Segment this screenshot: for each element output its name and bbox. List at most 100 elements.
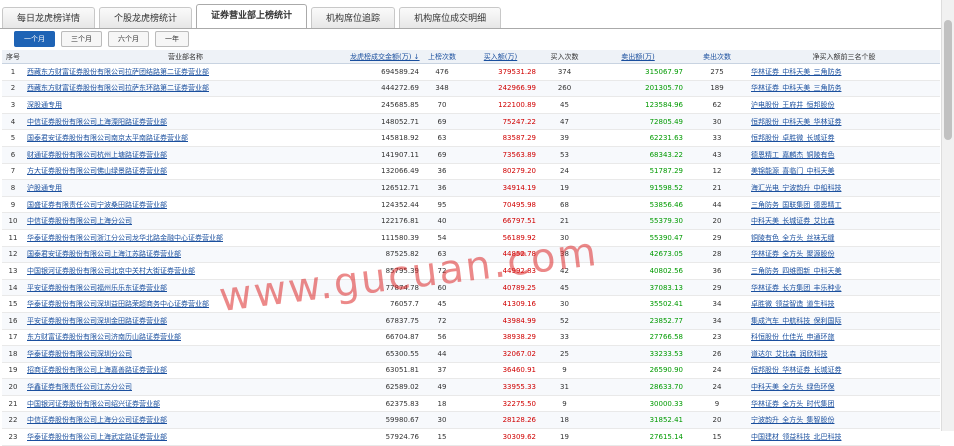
- branch-name-link[interactable]: 华泰证券股份有限公司浙江分公司龙华北路金融中心证券营业部: [24, 233, 347, 243]
- total-amount-cell: 59980.67: [385, 416, 419, 425]
- branch-name-link[interactable]: 中信证券股份有限公司上海分公司证券营业部: [24, 415, 347, 425]
- branch-name-link[interactable]: 东方财富证券股份有限公司济南历山路证券营业部: [24, 332, 347, 342]
- top-stocks-link[interactable]: 中科天美 长城证券 艾比森: [748, 216, 940, 226]
- branch-name-link[interactable]: 华泰证券股份有限公司上海武定路证券营业部: [24, 432, 347, 442]
- table-row: 15 华泰证券股份有限公司深圳益田路荣超商务中心证券营业部 76057.7 45 413…: [2, 296, 940, 313]
- sell-count-cell: 29: [712, 233, 722, 242]
- buy-amount-cell: 41309.16: [502, 300, 536, 309]
- buy-amount-cell: 34914.19: [502, 183, 536, 192]
- top-stocks-link[interactable]: 美锦能源 喜临门 中科天美: [748, 166, 940, 176]
- list-count-cell: 95: [437, 200, 447, 209]
- period-button-3[interactable]: 一年: [155, 31, 189, 47]
- rank-cell: 3: [10, 100, 16, 109]
- branch-name-link[interactable]: 招商证券股份有限公司上海嘉善路证券营业部: [24, 365, 347, 375]
- list-count-cell: 63: [437, 134, 447, 143]
- list-count-cell: 69: [437, 117, 447, 126]
- sell-count-cell: 30: [712, 117, 722, 126]
- sell-amount-cell: 315067.97: [645, 67, 683, 76]
- top-stocks-link[interactable]: 三角防务 四维图新 中科天美: [748, 266, 940, 276]
- top-stocks-link[interactable]: 卓胜微 领益智造 道生科技: [748, 299, 940, 309]
- top-stocks-link[interactable]: 沪电股份 王府井 恒邦股份: [748, 100, 940, 110]
- scrollbar[interactable]: [941, 0, 954, 431]
- branch-name-link[interactable]: 国泰君安证券股份有限公司上海江苏路证券营业部: [24, 249, 347, 259]
- branch-name-link[interactable]: 华泰证券股份有限公司深圳分公司: [24, 349, 347, 359]
- branch-name-link[interactable]: 方大证券股份有限公司佛山绿景路证券营业部: [24, 166, 347, 176]
- branch-name-link[interactable]: 华鑫证券有限责任公司江苏分公司: [24, 382, 347, 392]
- top-stocks-link[interactable]: 德恩精工 嘉麟杰 铜陵有色: [748, 150, 940, 160]
- header-sell-amount-cell[interactable]: 卖出额(万): [590, 52, 686, 62]
- tab-0[interactable]: 每日龙虎榜详情: [2, 7, 96, 29]
- top-stocks-link[interactable]: 海汇光电 宁波韵升 中船科技: [748, 183, 940, 193]
- buy-amount-cell: 32275.50: [502, 399, 536, 408]
- table-row: 6 财通证券股份有限公司杭州上塘路证券营业部 141907.11 69 73563.89…: [2, 146, 940, 164]
- branch-name-link[interactable]: 中信证券股份有限公司上海分公司: [24, 216, 347, 226]
- rank-cell: 8: [10, 183, 16, 192]
- top-stocks-link[interactable]: 恒邦股份 卓胜微 长城证券: [748, 133, 940, 143]
- branch-name-link[interactable]: 深股通专用: [24, 100, 347, 110]
- header-rank-cell: 序号: [6, 52, 20, 61]
- tab-4[interactable]: 机构席位成交明细: [399, 7, 502, 29]
- top-stocks-link[interactable]: 集成汽车 中航科技 保利国际: [748, 316, 940, 326]
- top-stocks-link[interactable]: 三角防务 国联集团 德恩精工: [748, 200, 940, 210]
- header-sell-count-cell[interactable]: 卖出次数: [686, 52, 748, 62]
- sell-amount-cell: 37083.13: [649, 283, 683, 292]
- branch-name-link[interactable]: 西藏东方财富证券股份有限公司拉萨团结路第二证券营业部: [24, 67, 347, 77]
- branch-name-link[interactable]: 中国银河证券股份有限公司绍兴证券营业部: [24, 399, 347, 409]
- top-stocks-link[interactable]: 华林证券 中科天美 三角防务: [748, 67, 940, 77]
- header-list-count-cell[interactable]: 上榜次数: [422, 52, 462, 62]
- top-stocks-link[interactable]: 铜陵有色 全方头 丝袜无缝: [748, 233, 940, 243]
- table-row: 1 西藏东方财富证券股份有限公司拉萨团结路第二证券营业部 694589.24 476 3…: [2, 64, 940, 81]
- header-top-stocks-link[interactable]: 净买入额前三名个股: [748, 52, 940, 62]
- sell-amount-cell: 40802.56: [649, 266, 683, 275]
- branch-name-link[interactable]: 国泰君安证券股份有限公司南京太平南路证券营业部: [24, 133, 347, 143]
- sell-count-cell: 36: [712, 266, 722, 275]
- sell-amount-cell: 68343.22: [649, 150, 683, 159]
- list-count-cell: 40: [437, 217, 447, 226]
- tab-underline: [0, 28, 954, 29]
- branch-name-link[interactable]: 平安证券股份有限公司深圳金田路证券营业部: [24, 316, 347, 326]
- buy-amount-cell: 32067.02: [502, 349, 536, 358]
- top-stocks-link[interactable]: 恒邦股份 华林证券 长城证券: [748, 365, 940, 375]
- top-stocks-link[interactable]: 科恒股份 仕佳光 申通环旅: [748, 332, 940, 342]
- rank-cell: 17: [8, 333, 18, 342]
- list-count-cell: 56: [437, 333, 447, 342]
- top-stocks-link[interactable]: 中科天美 全方头 绿色环保: [748, 382, 940, 392]
- total-amount-cell: 148052.71: [381, 117, 419, 126]
- top-stocks-link[interactable]: 华林证券 中科天美 三角防务: [748, 83, 940, 93]
- branch-name-link[interactable]: 财通证券股份有限公司杭州上塘路证券营业部: [24, 150, 347, 160]
- branch-name-link[interactable]: 西藏东方财富证券股份有限公司拉萨东环路第二证券营业部: [24, 83, 347, 93]
- sell-amount-cell: 91598.52: [649, 183, 683, 192]
- period-button-2[interactable]: 六个月: [108, 31, 149, 47]
- period-button-1[interactable]: 三个月: [61, 31, 102, 47]
- buy-count-cell: 45: [560, 283, 569, 292]
- header-buy-amount-cell[interactable]: 买入额(万): [462, 52, 539, 62]
- top-stocks-link[interactable]: 华林证券 长方集团 丰乐种业: [748, 283, 940, 293]
- table-row: 16 平安证券股份有限公司深圳金田路证券营业部 67837.75 72 43984.99…: [2, 312, 940, 330]
- sell-count-cell: 34: [712, 316, 722, 325]
- scrollbar-thumb[interactable]: [944, 20, 952, 140]
- top-stocks-link[interactable]: 中国建材 领益科技 北巴科技: [748, 432, 940, 442]
- total-amount-cell: 67837.75: [385, 316, 419, 325]
- top-stocks-link[interactable]: 恒邦股份 中科天美 华林证券: [748, 117, 940, 127]
- branch-name-link[interactable]: 国盛证券有限责任公司宁波桑田路证券营业部: [24, 200, 347, 210]
- branch-name-link[interactable]: 中信证券股份有限公司上海溧阳路证券营业部: [24, 117, 347, 127]
- rank-cell: 12: [8, 250, 18, 259]
- header-total-amount-cell[interactable]: 龙虎榜成交金额(万) ↓: [347, 52, 422, 62]
- tab-2[interactable]: 证券营业部上榜统计: [196, 4, 308, 29]
- sell-amount-cell: 28633.70: [649, 383, 683, 392]
- list-count-cell: 49: [437, 383, 447, 392]
- buy-amount-cell: 75247.22: [502, 117, 536, 126]
- top-stocks-link[interactable]: 道达尔 艾比森 润欣科技: [748, 349, 940, 359]
- top-stocks-link[interactable]: 华林证券 全方头 时代集团: [748, 399, 940, 409]
- branch-name-link[interactable]: 沪股通专用: [24, 183, 347, 193]
- buy-count-cell: 52: [560, 316, 569, 325]
- tab-3[interactable]: 机构席位追踪: [311, 7, 396, 29]
- total-amount-cell: 122176.81: [381, 217, 419, 226]
- top-stocks-link[interactable]: 宁波韵升 全方头 集智股份: [748, 415, 940, 425]
- header-buy-count-cell[interactable]: 买入次数: [539, 52, 590, 62]
- period-button-0[interactable]: 一个月: [14, 31, 55, 47]
- top-stocks-link[interactable]: 华林证券 全方头 聚源股份: [748, 249, 940, 259]
- sell-count-cell: 275: [710, 67, 724, 76]
- total-amount-cell: 111580.39: [381, 233, 419, 242]
- tab-1[interactable]: 个股龙虎榜统计: [99, 7, 193, 29]
